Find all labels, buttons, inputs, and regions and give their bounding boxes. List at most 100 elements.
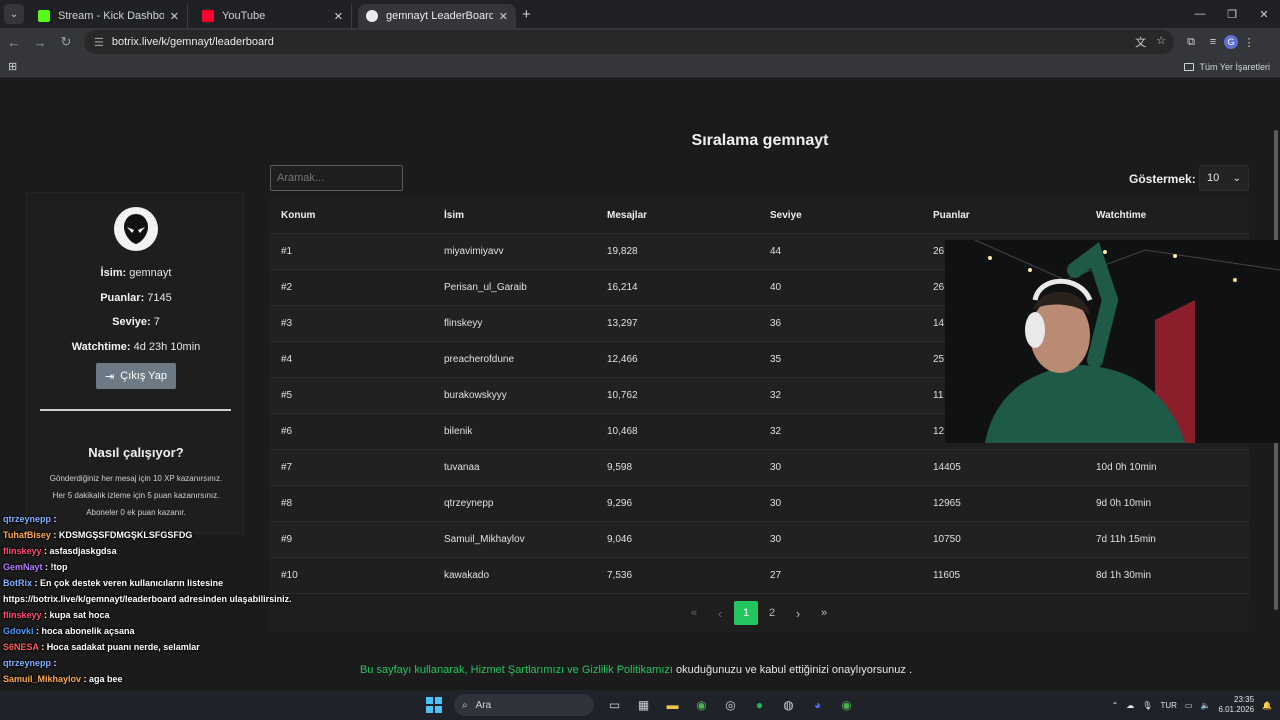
reading-list-icon[interactable]: ≡ <box>1202 31 1224 53</box>
github-icon[interactable]: ◎ <box>716 694 745 716</box>
header-level[interactable]: Seviye <box>758 210 921 221</box>
restore-icon[interactable]: ❐ <box>1216 0 1248 28</box>
chat-username[interactable]: flinskeyy <box>3 610 42 620</box>
next-page-icon[interactable]: › <box>786 601 810 625</box>
table-row: #8 qtrzeynepp 9,296 30 12965 9d 0h 10min <box>269 486 1249 522</box>
cell-name: tuvanaa <box>444 462 480 473</box>
cell-level: 30 <box>770 498 782 509</box>
forward-arrow-icon[interactable]: → <box>28 30 52 54</box>
chat-separator: : <box>51 658 57 668</box>
terms-link[interactable]: Bu sayfayı kullanarak, Hizmet Şartlarımı… <box>360 664 673 676</box>
all-bookmarks-button[interactable]: Tüm Yer İşaretleri <box>1184 62 1270 72</box>
windows-start-icon[interactable] <box>426 697 442 713</box>
cell-rank: #6 <box>281 426 293 437</box>
notification-bell-icon[interactable]: 🔔 <box>1262 701 1272 710</box>
chat-text: !top <box>50 562 68 572</box>
site-info-icon[interactable]: ☰ <box>94 36 104 49</box>
volume-icon[interactable]: 🔈 <box>1200 701 1210 710</box>
task-view-icon[interactable]: ▭ <box>600 694 629 716</box>
tray-chevron-up-icon[interactable]: ⌃ <box>1112 701 1119 710</box>
window-controls: — ❐ ✕ <box>1184 0 1280 28</box>
taskbar-search-label: Ara <box>475 699 492 711</box>
show-entries-select[interactable]: 10 ⌄ <box>1199 165 1249 191</box>
close-window-icon[interactable]: ✕ <box>1248 0 1280 28</box>
tab-youtube[interactable]: YouTube ✕ <box>194 4 352 28</box>
prev-page-icon[interactable]: ‹ <box>708 601 732 625</box>
tab-title: Stream - Kick Dashboard <box>58 10 164 22</box>
chat-username[interactable]: Gdovki <box>3 626 34 636</box>
translate-icon[interactable]: 文 <box>1135 34 1146 50</box>
bookmark-star-icon[interactable]: ☆ <box>1156 34 1166 50</box>
chat-message: https://botrix.live/k/gemnayt/leaderboar… <box>0 592 320 608</box>
profile-points: Puanlar: 7145 <box>100 292 172 304</box>
chat-username[interactable]: flinskeyy <box>3 546 42 556</box>
chat-message: S6NESA : Hoca sadakat puanı nerde, selam… <box>0 640 320 656</box>
chat-username[interactable]: qtrzeynepp <box>3 514 51 524</box>
cell-name: kawakado <box>444 570 490 581</box>
header-points[interactable]: Puanlar <box>921 210 1084 221</box>
chat-username[interactable]: qtrzeynepp <box>3 658 51 668</box>
chat-username[interactable]: TuhafBisey <box>3 530 51 540</box>
alien-logo-icon <box>114 207 158 251</box>
chat-text: asfasdjaskgdsa <box>49 546 117 556</box>
chat-message: TuhafBisey : KDSMGŞSFDMGŞKLSFGSFDG <box>0 528 320 544</box>
profile-name: İsim: gemnayt <box>100 267 172 279</box>
extensions-icon[interactable]: ⧉ <box>1180 31 1202 53</box>
reload-icon[interactable]: ↻ <box>54 30 78 54</box>
page-1-button[interactable]: 1 <box>734 601 758 625</box>
tab-search-button[interactable]: ⌄ <box>4 4 24 24</box>
header-name[interactable]: İsim <box>432 210 595 221</box>
cell-name: Samuil_Mikhaylov <box>444 534 525 545</box>
chrome-active-icon[interactable]: ◉ <box>832 694 861 716</box>
cell-points: 11605 <box>933 570 961 581</box>
spotify-icon[interactable]: ● <box>745 694 774 716</box>
taskbar-search[interactable]: ⌕ Ara <box>454 694 594 716</box>
tab-kick-dashboard[interactable]: Stream - Kick Dashboard ✕ <box>30 4 188 28</box>
footer-text: okuduğunuzu ve kabul ettiğinizi onaylıyo… <box>672 664 913 676</box>
header-messages[interactable]: Mesajlar <box>595 210 758 221</box>
chrome-icon[interactable]: ◉ <box>687 694 716 716</box>
cell-messages: 9,598 <box>607 462 633 473</box>
cell-rank: #1 <box>281 246 293 257</box>
close-icon[interactable]: ✕ <box>499 10 508 23</box>
chat-text: aga bee <box>89 674 123 684</box>
chat-username[interactable]: GemNayt <box>3 562 43 572</box>
chat-username[interactable]: Samuil_Mikhaylov <box>3 674 81 684</box>
new-tab-plus-icon[interactable]: + <box>522 6 531 23</box>
cell-name: flinskeyy <box>444 318 483 329</box>
header-rank[interactable]: Konum <box>269 210 432 221</box>
search-input[interactable] <box>270 165 403 191</box>
page-2-button[interactable]: 2 <box>760 601 784 625</box>
cell-level: 32 <box>770 426 782 437</box>
chat-separator: : <box>33 626 42 636</box>
clock[interactable]: 23:35 6.01.2026 <box>1218 695 1254 715</box>
store-icon[interactable]: ▦ <box>629 694 658 716</box>
chat-username[interactable]: S6NESA <box>3 642 39 652</box>
steam-icon[interactable]: ◍ <box>774 694 803 716</box>
chat-username[interactable]: BotRix <box>3 578 32 588</box>
logout-button[interactable]: ⇥ Çıkış Yap <box>96 363 176 389</box>
minimize-icon[interactable]: — <box>1184 0 1216 28</box>
mic-icon[interactable]: 🎙 <box>1142 701 1152 710</box>
tab-leaderboard[interactable]: gemnayt LeaderBoard | The be ✕ <box>358 4 516 28</box>
show-entries-label: Göstermek: <box>1129 172 1196 186</box>
network-icon[interactable]: ▭ <box>1185 701 1193 710</box>
menu-dots-icon[interactable]: ⋮ <box>1238 31 1260 53</box>
cloud-icon[interactable]: ☁ <box>1126 701 1134 710</box>
back-arrow-icon[interactable]: ← <box>2 30 26 54</box>
language-indicator[interactable]: TUR <box>1160 701 1176 710</box>
file-explorer-icon[interactable]: ▬ <box>658 694 687 716</box>
chat-separator: : <box>32 578 40 588</box>
header-watchtime[interactable]: Watchtime <box>1084 210 1249 221</box>
first-page-icon[interactable]: « <box>682 601 706 625</box>
cell-messages: 7,536 <box>607 570 633 581</box>
cell-level: 30 <box>770 462 782 473</box>
close-icon[interactable]: ✕ <box>334 10 343 23</box>
cell-watchtime: 10d 0h 10min <box>1096 462 1157 473</box>
profile-avatar-icon[interactable]: G <box>1224 35 1238 49</box>
url-bar[interactable]: ☰ botrix.live/k/gemnayt/leaderboard 文 ☆ <box>84 30 1174 54</box>
close-icon[interactable]: ✕ <box>170 10 179 23</box>
discord-icon[interactable]: ◕ <box>803 694 832 716</box>
last-page-icon[interactable]: » <box>812 601 836 625</box>
apps-grid-icon[interactable]: ⊞ <box>8 60 17 73</box>
